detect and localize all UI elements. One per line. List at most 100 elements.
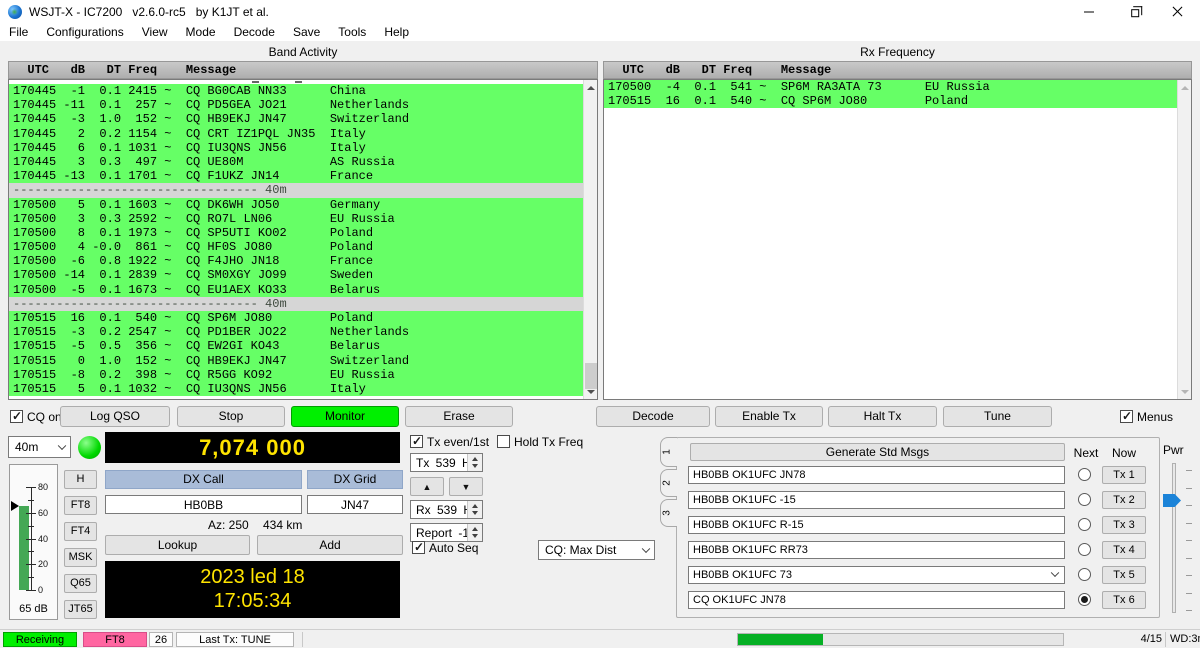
decode-row[interactable]: 170500 4 -0.0 861 ~ CQ HF0S JO80 Poland <box>9 240 583 254</box>
close-button[interactable] <box>1155 0 1200 24</box>
decode-row[interactable]: 170500 3 0.3 2592 ~ CQ RO7L LN06 EU Russ… <box>9 212 583 226</box>
tx1-now-button[interactable]: Tx 1 <box>1102 466 1146 484</box>
tx4-next-radio[interactable] <box>1078 543 1091 556</box>
decode-row[interactable]: 170515 16 0.1 540 ~ CQ SP6M JO80 Poland <box>9 311 583 325</box>
mode-q65-button[interactable]: Q65 <box>64 574 97 593</box>
mode-ft8-button[interactable]: FT8 <box>64 496 97 515</box>
tx3-now-button[interactable]: Tx 3 <box>1102 516 1146 534</box>
decode-row[interactable]: 170515 16 0.1 540 ~ CQ SP6M JO80 Poland <box>604 94 1177 108</box>
tx2-message-field[interactable] <box>688 491 1065 509</box>
add-button[interactable]: Add <box>257 535 403 555</box>
band-select-dropdown[interactable]: 40m <box>8 436 71 458</box>
tx5-message-field[interactable] <box>688 566 1065 584</box>
pwr-slider-track[interactable] <box>1172 463 1176 613</box>
monitor-button[interactable]: Monitor <box>291 406 399 427</box>
msg-tab-1[interactable]: 1 <box>660 437 677 467</box>
decode-row[interactable]: 170500 -14 0.1 2839 ~ CQ SM0XGY JO99 Swe… <box>9 268 583 282</box>
halt-tx-button[interactable]: Halt Tx <box>828 406 937 427</box>
mode-jt65-button[interactable]: JT65 <box>64 600 97 619</box>
mode-ft4-button[interactable]: FT4 <box>64 522 97 541</box>
menus-checkbox[interactable] <box>1120 410 1133 423</box>
decode-row[interactable]: 170445 -1 0.1 2415 ~ CQ BG0CAB NN33 Chin… <box>9 84 583 98</box>
band-separator-row: ---------------------------------- 40m <box>9 297 583 311</box>
tx1-next-radio[interactable] <box>1078 468 1091 481</box>
band-activity-scrollbar[interactable] <box>583 80 597 399</box>
spin-buttons-icon[interactable] <box>467 454 482 471</box>
log-qso-button[interactable]: Log QSO <box>60 406 170 427</box>
hold-tx-checkbox[interactable] <box>497 435 510 448</box>
msg-tab-3[interactable]: 3 <box>660 499 677 527</box>
mode-h-button[interactable]: H <box>64 470 97 489</box>
generate-std-msgs-button[interactable]: Generate Std Msgs <box>690 443 1065 461</box>
scroll-up-icon[interactable] <box>1178 80 1192 95</box>
tx-freq-spinner[interactable]: Tx 539 Hz <box>410 453 483 472</box>
menu-help[interactable]: Help <box>375 24 418 41</box>
decode-row[interactable]: 170500 8 0.1 1973 ~ CQ SP5UTI KO02 Polan… <box>9 226 583 240</box>
decode-row[interactable]: 170445 3 0.3 497 ~ CQ UE80M AS Russia <box>9 155 583 169</box>
tx1-message-field[interactable] <box>688 466 1065 484</box>
auto-seq-checkbox[interactable] <box>412 541 425 554</box>
tx6-now-button[interactable]: Tx 6 <box>1102 591 1146 609</box>
meter-minor-tick <box>28 526 34 527</box>
pwr-slider-handle[interactable] <box>1163 494 1181 507</box>
decode-row[interactable]: 170515 -5 0.5 356 ~ CQ EW2GI KO43 Belaru… <box>9 339 583 353</box>
tx6-message-field[interactable] <box>688 591 1065 609</box>
tx2-next-radio[interactable] <box>1078 493 1091 506</box>
menu-tools[interactable]: Tools <box>329 24 375 41</box>
decode-row[interactable]: 170500 -4 0.1 541 ~ SP6M RA3ATA 73 EU Ru… <box>604 80 1177 94</box>
tx4-now-button[interactable]: Tx 4 <box>1102 541 1146 559</box>
stop-button[interactable]: Stop <box>177 406 285 427</box>
scroll-down-icon[interactable] <box>1178 384 1192 399</box>
tune-button[interactable]: Tune <box>943 406 1052 427</box>
tx3-next-radio[interactable] <box>1078 518 1091 531</box>
scroll-down-icon[interactable] <box>584 384 598 399</box>
rx-freq-spinner[interactable]: Rx 539 Hz <box>410 500 483 519</box>
decode-row[interactable]: 170445 -13 0.1 1701 ~ CQ F1UKZ JN14 Fran… <box>9 169 583 183</box>
cq-mode-dropdown[interactable]: CQ: Max Dist <box>538 540 655 560</box>
decode-row[interactable]: 170500 -5 0.1 1673 ~ CQ EU1AEX KO33 Bela… <box>9 283 583 297</box>
menu-view[interactable]: View <box>133 24 177 41</box>
decode-row[interactable]: 170515 -3 0.2 2547 ~ CQ PD1BER JO22 Neth… <box>9 325 583 339</box>
decode-row[interactable]: 170515 -8 0.2 398 ~ CQ R5GG KO92 EU Russ… <box>9 368 583 382</box>
menu-file[interactable]: File <box>0 24 37 41</box>
tx3-message-field[interactable] <box>688 516 1065 534</box>
freq-up-button[interactable]: ▲ <box>410 477 444 496</box>
decode-button[interactable]: Decode <box>596 406 710 427</box>
enable-tx-button[interactable]: Enable Tx <box>715 406 823 427</box>
menu-save[interactable]: Save <box>284 24 329 41</box>
meter-minor-tick <box>28 551 34 552</box>
tx-even-checkbox[interactable] <box>410 435 423 448</box>
tx6-next-radio[interactable] <box>1078 593 1091 606</box>
decode-row[interactable]: 170445 -3 1.0 152 ~ CQ HB9EKJ JN47 Switz… <box>9 112 583 126</box>
decode-row[interactable]: 170515 5 0.1 1032 ~ CQ IU3QNS JN56 Italy <box>9 382 583 396</box>
minimize-button[interactable] <box>1066 0 1111 24</box>
freq-down-button[interactable]: ▼ <box>449 477 483 496</box>
menu-configurations[interactable]: Configurations <box>37 24 132 41</box>
scroll-up-icon[interactable] <box>584 80 598 95</box>
decode-row[interactable]: 170500 -6 0.8 1922 ~ CQ F4JHO JN18 Franc… <box>9 254 583 268</box>
lookup-button[interactable]: Lookup <box>105 535 250 555</box>
decode-row[interactable]: 170500 5 0.1 1603 ~ CQ DK6WH JO50 German… <box>9 198 583 212</box>
menu-mode[interactable]: Mode <box>177 24 225 41</box>
tx2-now-button[interactable]: Tx 2 <box>1102 491 1146 509</box>
tx5-now-button[interactable]: Tx 5 <box>1102 566 1146 584</box>
mode-msk-button[interactable]: MSK <box>64 548 97 567</box>
decode-row[interactable]: 170515 0 1.0 152 ~ CQ HB9EKJ JN47 Switze… <box>9 354 583 368</box>
dx-grid-field[interactable] <box>307 495 403 514</box>
decode-row[interactable]: 170445 6 0.1 1031 ~ CQ IU3QNS JN56 Italy <box>9 141 583 155</box>
tx4-message-field[interactable] <box>688 541 1065 559</box>
dx-call-field[interactable] <box>105 495 302 514</box>
erase-button[interactable]: Erase <box>405 406 513 427</box>
menu-decode[interactable]: Decode <box>225 24 284 41</box>
decode-row[interactable]: 170445 -11 0.1 257 ~ CQ PD5GEA JO21 Neth… <box>9 98 583 112</box>
cq-only-checkbox[interactable] <box>10 410 23 423</box>
spin-buttons-icon[interactable] <box>467 524 482 541</box>
restore-button[interactable] <box>1111 0 1156 24</box>
tx5-next-radio[interactable] <box>1078 568 1091 581</box>
signal-meter: 65 dB 806040200 <box>9 464 58 620</box>
decode-row[interactable]: 170445 2 0.2 1154 ~ CQ CRT IZ1PQL JN35 I… <box>9 127 583 141</box>
msg-tab-2[interactable]: 2 <box>660 469 677 497</box>
msg-tab-label: 1 <box>661 449 672 455</box>
rx-frequency-scrollbar[interactable] <box>1177 80 1191 399</box>
spin-buttons-icon[interactable] <box>467 501 482 518</box>
